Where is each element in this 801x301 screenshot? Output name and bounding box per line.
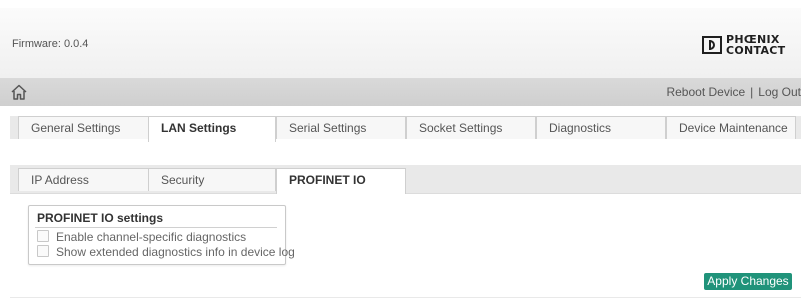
nav-separator: | xyxy=(750,85,754,99)
option-label: Enable channel-specific diagnostics xyxy=(56,230,247,244)
tab-lan-settings[interactable]: LAN Settings xyxy=(148,116,276,142)
tab-general-settings[interactable]: General Settings xyxy=(18,116,150,139)
option-label: Show extended diagnostics info in device… xyxy=(56,245,295,259)
checkbox-channel-diagnostics[interactable] xyxy=(37,230,49,242)
profinet-settings-title: PROFINET IO settings xyxy=(37,211,164,225)
home-icon[interactable] xyxy=(10,83,28,101)
tab-socket-settings[interactable]: Socket Settings xyxy=(406,116,536,139)
apply-changes-button[interactable]: Apply Changes xyxy=(704,273,792,290)
tab-serial-settings[interactable]: Serial Settings xyxy=(276,116,406,139)
firmware-version: Firmware: 0.0.4 xyxy=(12,38,89,50)
tab-content-strip xyxy=(10,139,801,165)
group-divider xyxy=(35,227,277,228)
main-tab-bar: General Settings LAN Settings Serial Set… xyxy=(10,116,801,142)
log-out-link[interactable]: Log Out xyxy=(758,85,801,99)
logo-mark-icon xyxy=(702,36,722,54)
tab-device-maintenance[interactable]: Device Maintenance xyxy=(666,116,796,139)
page-header: Firmware: 0.0.4 PHŒNIX CONTACT xyxy=(0,8,801,78)
profinet-settings-group: PROFINET IO settings Enable channel-spec… xyxy=(28,205,295,265)
tab-diagnostics[interactable]: Diagnostics xyxy=(536,116,666,139)
subtab-ip-address[interactable]: IP Address xyxy=(18,168,150,191)
option-extended-diagnostics-log[interactable]: Show extended diagnostics info in device… xyxy=(37,245,295,259)
option-channel-diagnostics[interactable]: Enable channel-specific diagnostics xyxy=(37,230,246,244)
checkbox-extended-diagnostics-log[interactable] xyxy=(37,245,49,257)
subtab-security[interactable]: Security xyxy=(148,168,276,191)
nav-actions: Reboot Device | Log Out xyxy=(666,85,801,99)
subtab-profinet-io[interactable]: PROFINET IO xyxy=(276,168,406,194)
reboot-device-link[interactable]: Reboot Device xyxy=(666,85,745,99)
top-nav-bar: Reboot Device | Log Out xyxy=(0,78,801,106)
logo-wordmark: PHŒNIX CONTACT xyxy=(726,33,786,57)
